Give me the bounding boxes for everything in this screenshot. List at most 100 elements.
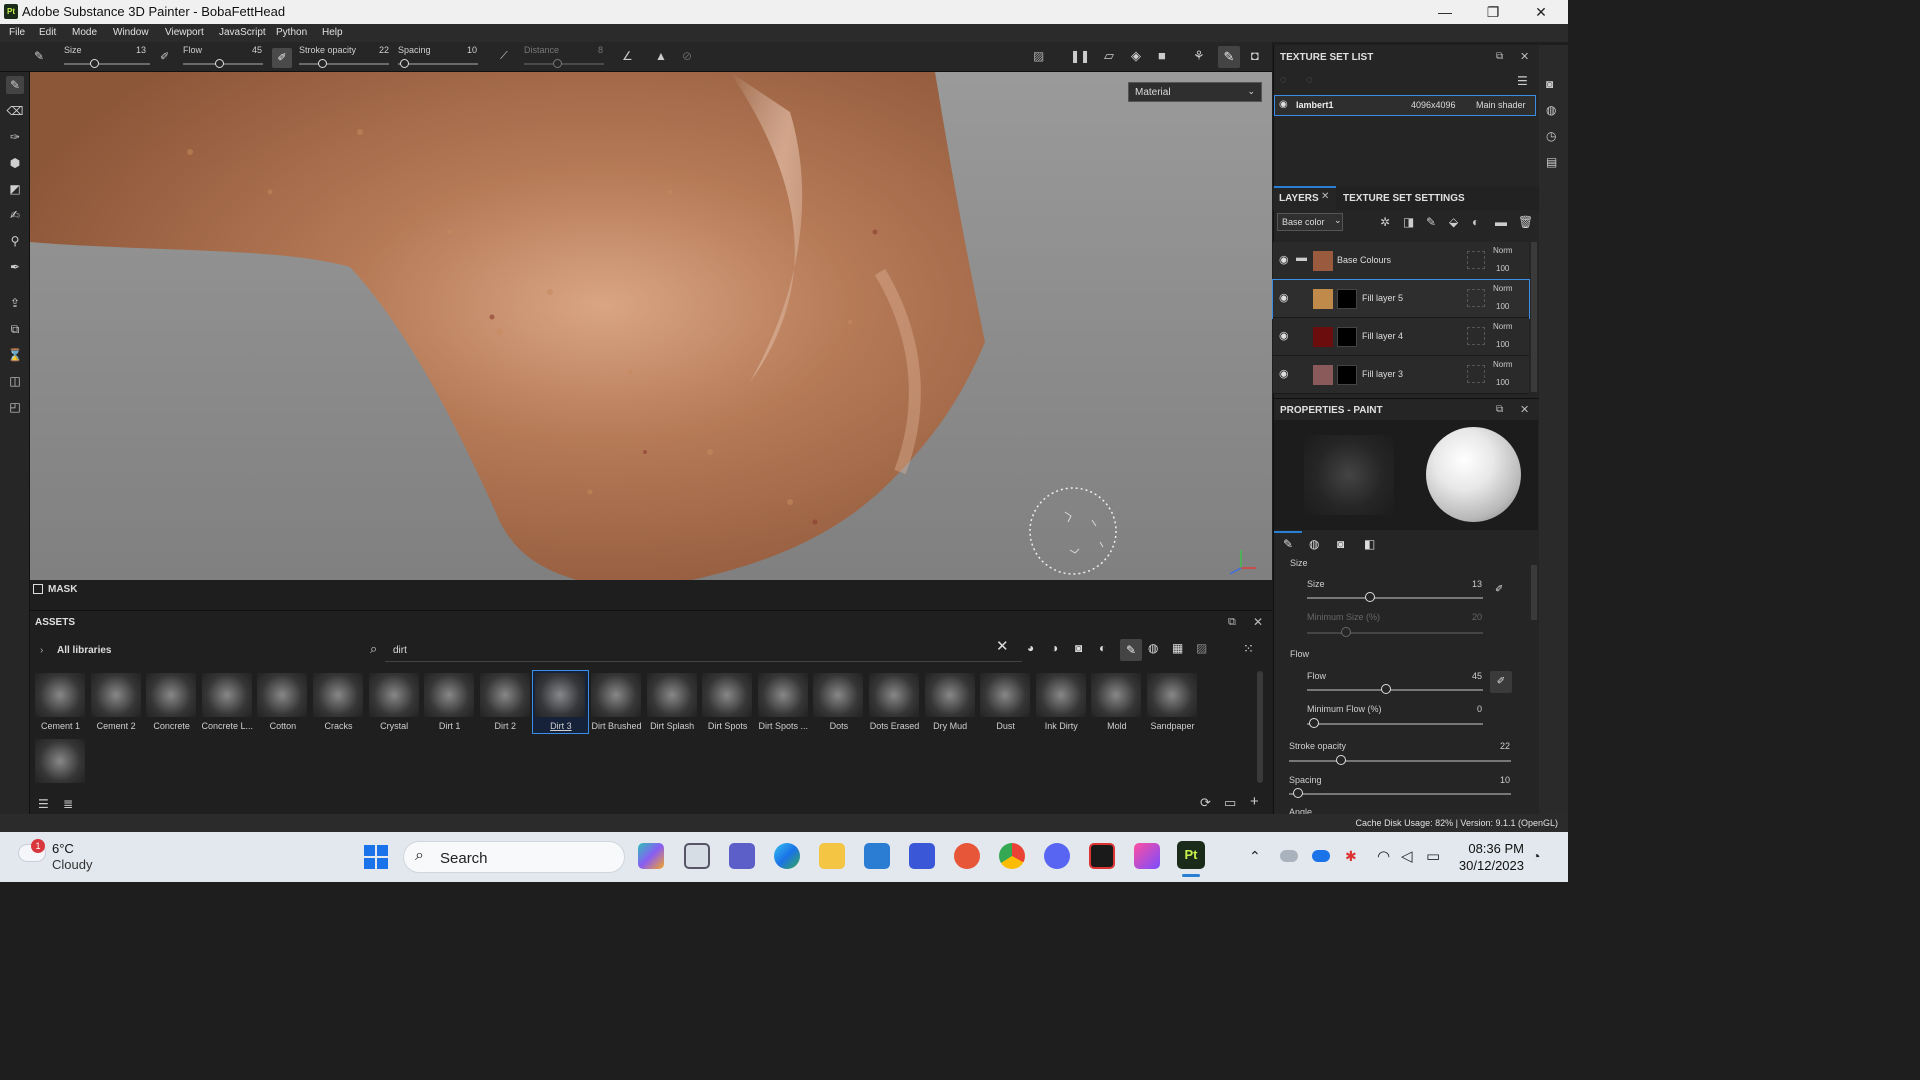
menu-window[interactable]: Window bbox=[113, 27, 149, 38]
clear-search-icon[interactable]: ✕ bbox=[996, 637, 1009, 655]
min-size-thumb[interactable] bbox=[1341, 627, 1351, 637]
menu-viewport[interactable]: Viewport bbox=[165, 27, 204, 38]
asset-thumbnail[interactable]: Dirt Spots bbox=[700, 671, 755, 733]
flow-pressure-icon[interactable]: ✐ bbox=[1490, 671, 1512, 693]
prop-size-value[interactable]: 13 bbox=[1462, 579, 1482, 589]
min-size-value[interactable]: 20 bbox=[1462, 612, 1482, 622]
asset-thumbnail[interactable]: Dirt 1 bbox=[422, 671, 477, 733]
log-icon[interactable]: ▤ bbox=[1546, 155, 1557, 169]
asset-thumbnail[interactable]: Dirt Brushed bbox=[589, 671, 644, 733]
add-mask-icon[interactable]: ◨ bbox=[1403, 215, 1414, 229]
channel-select[interactable]: Base color ⌄ bbox=[1277, 213, 1343, 231]
eraser-icon[interactable]: ⌫ bbox=[6, 102, 24, 120]
eye-icon[interactable]: ◉ bbox=[1279, 291, 1289, 304]
close-panel-icon[interactable]: ✕ bbox=[1520, 403, 1529, 416]
pen-pressure-icon[interactable]: ✐ bbox=[160, 50, 169, 63]
start-icon[interactable] bbox=[364, 845, 388, 869]
prop-spacing-thumb[interactable] bbox=[1293, 788, 1303, 798]
menu-python[interactable]: Python bbox=[276, 27, 307, 38]
notification-bell-icon[interactable]: ◔ bbox=[1532, 848, 1540, 864]
copilot-icon[interactable] bbox=[638, 843, 664, 869]
layers-scrollbar[interactable] bbox=[1531, 242, 1537, 392]
delete-layer-icon[interactable]: 🗑 bbox=[1518, 215, 1533, 229]
library-selector[interactable]: All libraries bbox=[57, 645, 111, 656]
weather-desc[interactable]: Cloudy bbox=[52, 857, 92, 872]
add-fill-layer-icon[interactable]: ⬙ bbox=[1449, 215, 1458, 229]
add-icon[interactable]: + bbox=[1250, 793, 1259, 810]
edge-icon[interactable] bbox=[774, 843, 800, 869]
paint-brush-icon[interactable]: ✎ bbox=[6, 76, 24, 94]
prop-size-slider[interactable] bbox=[1307, 597, 1483, 599]
list-view-icon[interactable]: ☰ bbox=[38, 797, 49, 811]
size-value[interactable]: 13 bbox=[126, 45, 146, 55]
tab-texture-set-settings[interactable]: TEXTURE SET SETTINGS bbox=[1343, 193, 1465, 204]
wifi-icon[interactable]: ◠ bbox=[1377, 847, 1390, 865]
volume-icon[interactable]: ◁ bbox=[1401, 847, 1413, 865]
iray-render-icon[interactable]: ⚘ bbox=[1193, 48, 1205, 64]
filter-environments-icon[interactable]: ▨ bbox=[1196, 641, 1207, 655]
new-folder-icon[interactable]: ▭ bbox=[1224, 795, 1236, 811]
stroke-opacity-slider-thumb[interactable] bbox=[318, 59, 327, 68]
lazy-mouse-icon[interactable]: ⟋ bbox=[500, 50, 508, 63]
prop-stroke-opacity-value[interactable]: 22 bbox=[1490, 741, 1510, 751]
layer-row[interactable]: ◉ ▬ Base Colours Norm 100 bbox=[1273, 242, 1529, 280]
filter-smart-materials-icon[interactable]: ◑ bbox=[1051, 641, 1058, 655]
layer-color-swatch[interactable] bbox=[1313, 251, 1333, 271]
filter-masks-icon[interactable]: ◙ bbox=[1075, 641, 1082, 655]
prop-flow-thumb[interactable] bbox=[1381, 684, 1391, 694]
layer-mask-thumbnail[interactable] bbox=[1337, 365, 1357, 385]
asset-thumbnail[interactable]: Cement 2 bbox=[89, 671, 144, 733]
file-explorer-icon[interactable] bbox=[819, 843, 845, 869]
menu-javascript[interactable]: JavaScript bbox=[219, 27, 266, 38]
add-effect-icon[interactable]: ✲ bbox=[1380, 215, 1390, 229]
alpha-tab-icon[interactable]: ◙ bbox=[1337, 537, 1344, 551]
asset-thumbnail[interactable]: Mold bbox=[1089, 671, 1144, 733]
menu-help[interactable]: Help bbox=[322, 27, 343, 38]
history-icon[interactable]: ◷ bbox=[1546, 129, 1556, 143]
asset-thumbnail[interactable]: Concrete bbox=[144, 671, 199, 733]
camera-icon[interactable]: ■ bbox=[1158, 48, 1166, 63]
asset-thumbnail[interactable]: Dust bbox=[978, 671, 1033, 733]
refresh-icon[interactable]: ⟳ bbox=[1200, 795, 1211, 811]
stroke-opacity-slider-track[interactable] bbox=[299, 63, 389, 65]
prop-flow-slider[interactable] bbox=[1307, 689, 1483, 691]
prop-flow-value[interactable]: 45 bbox=[1462, 671, 1482, 681]
undock-icon[interactable]: ⧉ bbox=[1496, 404, 1503, 415]
visibility-icon[interactable]: ◌ bbox=[1306, 74, 1313, 86]
min-flow-value[interactable]: 0 bbox=[1462, 704, 1482, 714]
pause-icon[interactable]: ❚❚ bbox=[1070, 49, 1090, 63]
layer-opacity[interactable]: 100 bbox=[1496, 302, 1509, 311]
asset-thumbnail[interactable]: Dirt 2 bbox=[478, 671, 533, 733]
distance-slider-track[interactable] bbox=[524, 63, 604, 65]
asset-thumbnail[interactable]: Dots bbox=[811, 671, 866, 733]
flow-slider-thumb[interactable] bbox=[215, 59, 224, 68]
close-button[interactable]: ✕ bbox=[1518, 2, 1564, 22]
symmetry-icon[interactable]: ▲ bbox=[655, 49, 667, 63]
add-mask-fill-icon[interactable]: ◐ bbox=[1472, 215, 1479, 229]
menu-edit[interactable]: Edit bbox=[39, 27, 56, 38]
filter-textures-icon[interactable]: ◍ bbox=[1148, 641, 1158, 655]
brush-preset-icon[interactable]: ✎ bbox=[34, 49, 52, 67]
min-flow-thumb[interactable] bbox=[1309, 718, 1319, 728]
mail-icon[interactable] bbox=[864, 843, 890, 869]
display-settings-icon[interactable]: ◍ bbox=[1546, 103, 1556, 117]
flow-value[interactable]: 45 bbox=[242, 45, 262, 55]
asset-thumbnail[interactable]: Concrete L... bbox=[200, 671, 255, 733]
asset-thumbnail[interactable]: Sandpaper bbox=[1145, 671, 1200, 733]
prop-spacing-slider[interactable] bbox=[1289, 793, 1511, 795]
hide-icon[interactable]: ◌ bbox=[1280, 74, 1287, 86]
angle-icon[interactable]: ∠ bbox=[622, 49, 633, 63]
layer-color-swatch[interactable] bbox=[1313, 289, 1333, 309]
eye-icon[interactable]: ◉ bbox=[1279, 367, 1289, 380]
blend-mode[interactable]: Norm bbox=[1493, 360, 1513, 369]
polygon-fill-icon[interactable]: ⬢ bbox=[6, 154, 24, 172]
close-tab-icon[interactable]: ✕ bbox=[1321, 191, 1329, 202]
prop-size-thumb[interactable] bbox=[1365, 592, 1375, 602]
export-icon[interactable]: ◰ bbox=[6, 398, 24, 416]
asset-thumbnail[interactable]: Dirt Splash bbox=[645, 671, 700, 733]
stroke-opacity-value[interactable]: 22 bbox=[369, 45, 389, 55]
brush-tab-icon[interactable]: ✎ bbox=[1283, 537, 1293, 551]
layer-mask-thumbnail[interactable] bbox=[1337, 289, 1357, 309]
asset-thumbnail[interactable]: Dots Erased bbox=[867, 671, 922, 733]
cloud-sync-icon[interactable] bbox=[1312, 850, 1330, 862]
